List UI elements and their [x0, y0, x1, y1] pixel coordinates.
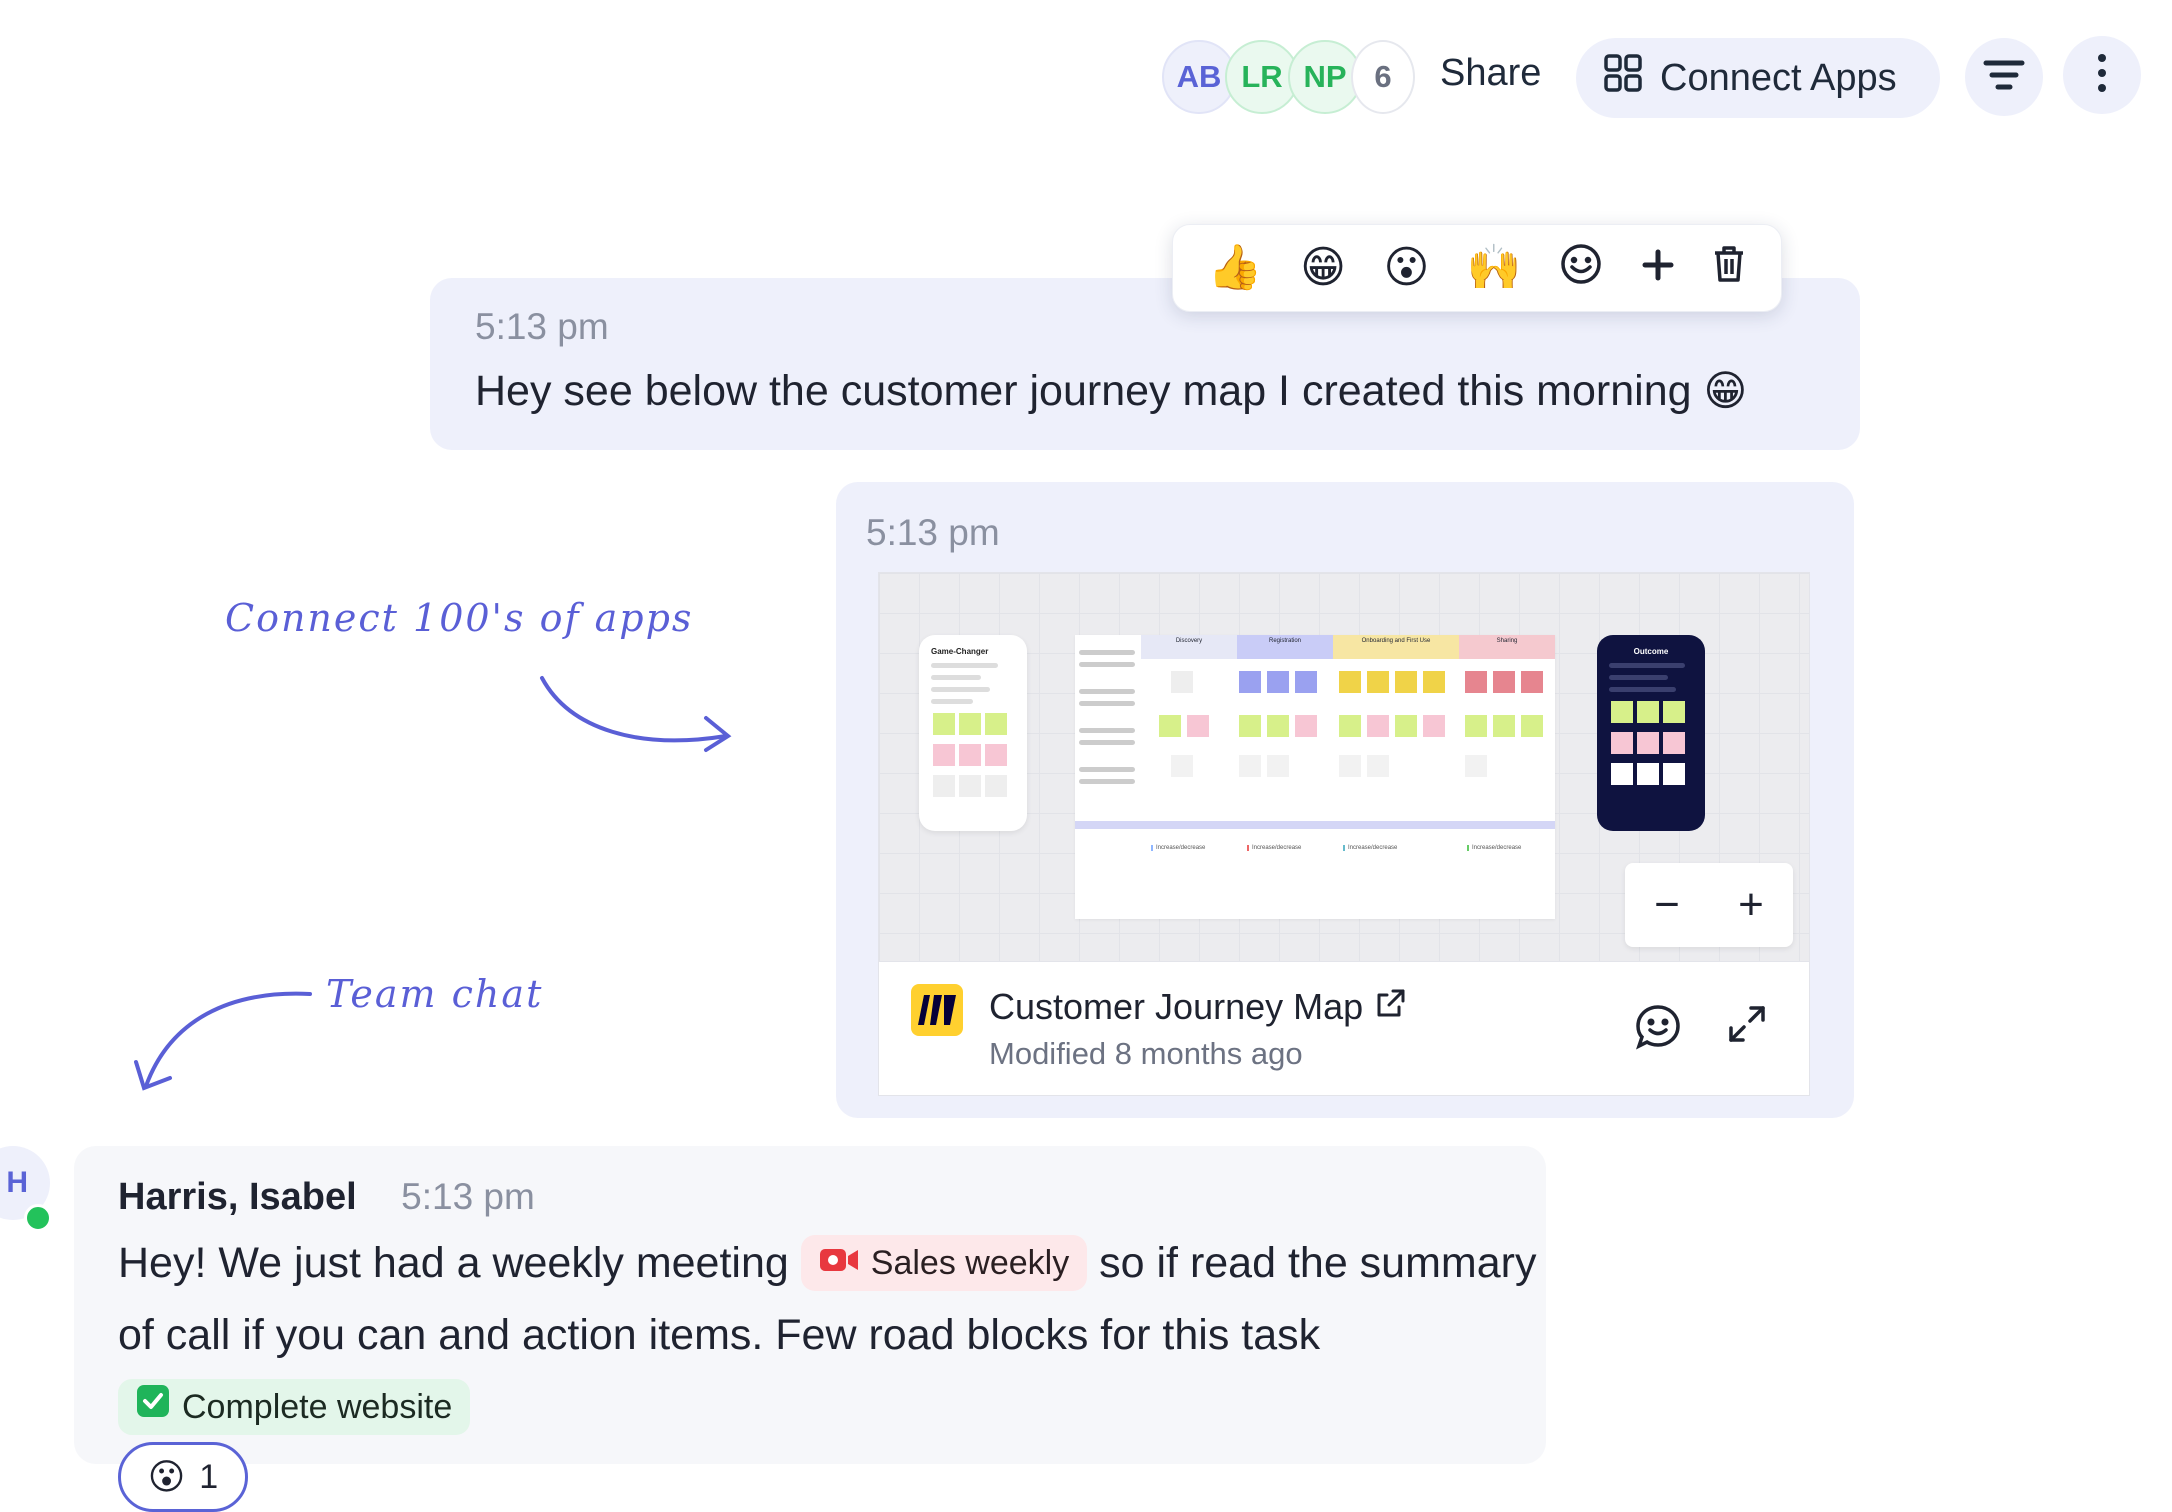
- grinning-emoji: 😁: [1703, 366, 1748, 415]
- kebab-menu-icon: [2097, 53, 2107, 98]
- annotation-arrow-right-icon: [540, 676, 732, 752]
- meeting-chip[interactable]: Sales weekly: [800, 1234, 1088, 1291]
- share-button[interactable]: Share: [1440, 52, 1541, 95]
- message-text: Hey! We just had a weekly meeting Sales …: [118, 1227, 1538, 1443]
- message-timestamp: 5:13 pm: [866, 512, 1000, 553]
- board-phone-left: Game-Changer: [919, 635, 1027, 831]
- task-chip[interactable]: Complete website: [118, 1378, 471, 1435]
- online-status-indicator: [24, 1204, 52, 1232]
- chat-message[interactable]: Harris, Isabel 5:13 pm Hey! We just had …: [74, 1146, 1546, 1464]
- sender-name[interactable]: Harris, Isabel: [118, 1176, 357, 1218]
- journey-map-table: Discovery Registration Onboarding and Fi…: [1075, 635, 1555, 919]
- video-camera-icon: [819, 1227, 859, 1299]
- cell-label: Increase/decrease: [1343, 845, 1397, 851]
- miro-logo-icon: [911, 984, 963, 1036]
- message-text: Hey see below the customer journey map I…: [475, 366, 1748, 415]
- attachment-title[interactable]: Customer Journey Map: [989, 986, 1407, 1028]
- column-header: Registration: [1237, 635, 1333, 659]
- cell-label: Increase/decrease: [1151, 845, 1205, 851]
- trash-icon[interactable]: [1712, 244, 1746, 292]
- checkbox-checked-icon: [136, 1371, 170, 1443]
- participant-avatars[interactable]: AB LR NP 6: [1162, 40, 1415, 118]
- message-timestamp: 5:13 pm: [401, 1176, 535, 1217]
- annotation-connect-apps: Connect 100's of apps: [225, 596, 694, 640]
- grinning-emoji[interactable]: 😁: [1300, 246, 1346, 290]
- thumbs-up-emoji[interactable]: 👍: [1208, 246, 1263, 290]
- filter-button[interactable]: [1965, 38, 2043, 116]
- attachment-modified: Modified 8 months ago: [989, 1036, 1303, 1071]
- cell-label: Increase/decrease: [1247, 845, 1301, 851]
- participant-overflow-count[interactable]: 6: [1351, 40, 1415, 114]
- raised-hands-emoji[interactable]: 🙌: [1467, 246, 1522, 290]
- reaction-toolbar: 👍 😁 😮 🙌: [1172, 224, 1782, 312]
- comment-smiley-icon[interactable]: [1633, 1002, 1683, 1057]
- external-link-icon[interactable]: [1375, 986, 1407, 1028]
- connect-apps-button[interactable]: Connect Apps: [1576, 38, 1940, 118]
- plus-icon[interactable]: [1641, 246, 1675, 290]
- column-header: Sharing: [1459, 635, 1555, 659]
- smiley-outline-icon[interactable]: [1559, 242, 1603, 294]
- phone-title: Game-Changer: [931, 647, 989, 656]
- cell-label: Increase/decrease: [1467, 845, 1521, 851]
- grid-icon: [1602, 52, 1644, 104]
- board-preview[interactable]: Game-Changer Discovery Registration Onbo…: [878, 572, 1810, 962]
- message-timestamp: 5:13 pm: [475, 306, 609, 347]
- annotation-arrow-down-icon: [134, 991, 312, 1091]
- reaction-count-chip[interactable]: 😮 1: [118, 1442, 248, 1512]
- connect-apps-label: Connect Apps: [1660, 56, 1897, 99]
- reaction-count: 1: [199, 1457, 219, 1496]
- annotation-team-chat: Team chat: [326, 972, 544, 1016]
- filter-icon: [1982, 57, 2026, 98]
- expand-icon[interactable]: [1725, 1002, 1769, 1057]
- zoom-controls: − +: [1625, 863, 1793, 947]
- board-phone-right: Outcome: [1597, 635, 1705, 831]
- column-header: Discovery: [1141, 635, 1237, 659]
- zoom-in-button[interactable]: +: [1738, 880, 1764, 930]
- attachment-footer: Customer Journey Map Modified 8 months a…: [878, 962, 1810, 1096]
- phone-title: Outcome: [1633, 647, 1669, 656]
- more-options-button[interactable]: [2063, 36, 2141, 114]
- zoom-out-button[interactable]: −: [1654, 880, 1680, 930]
- surprised-emoji[interactable]: 😮: [1383, 246, 1429, 290]
- surprised-emoji: 😮: [147, 1456, 186, 1498]
- column-header: Onboarding and First Use: [1333, 635, 1459, 659]
